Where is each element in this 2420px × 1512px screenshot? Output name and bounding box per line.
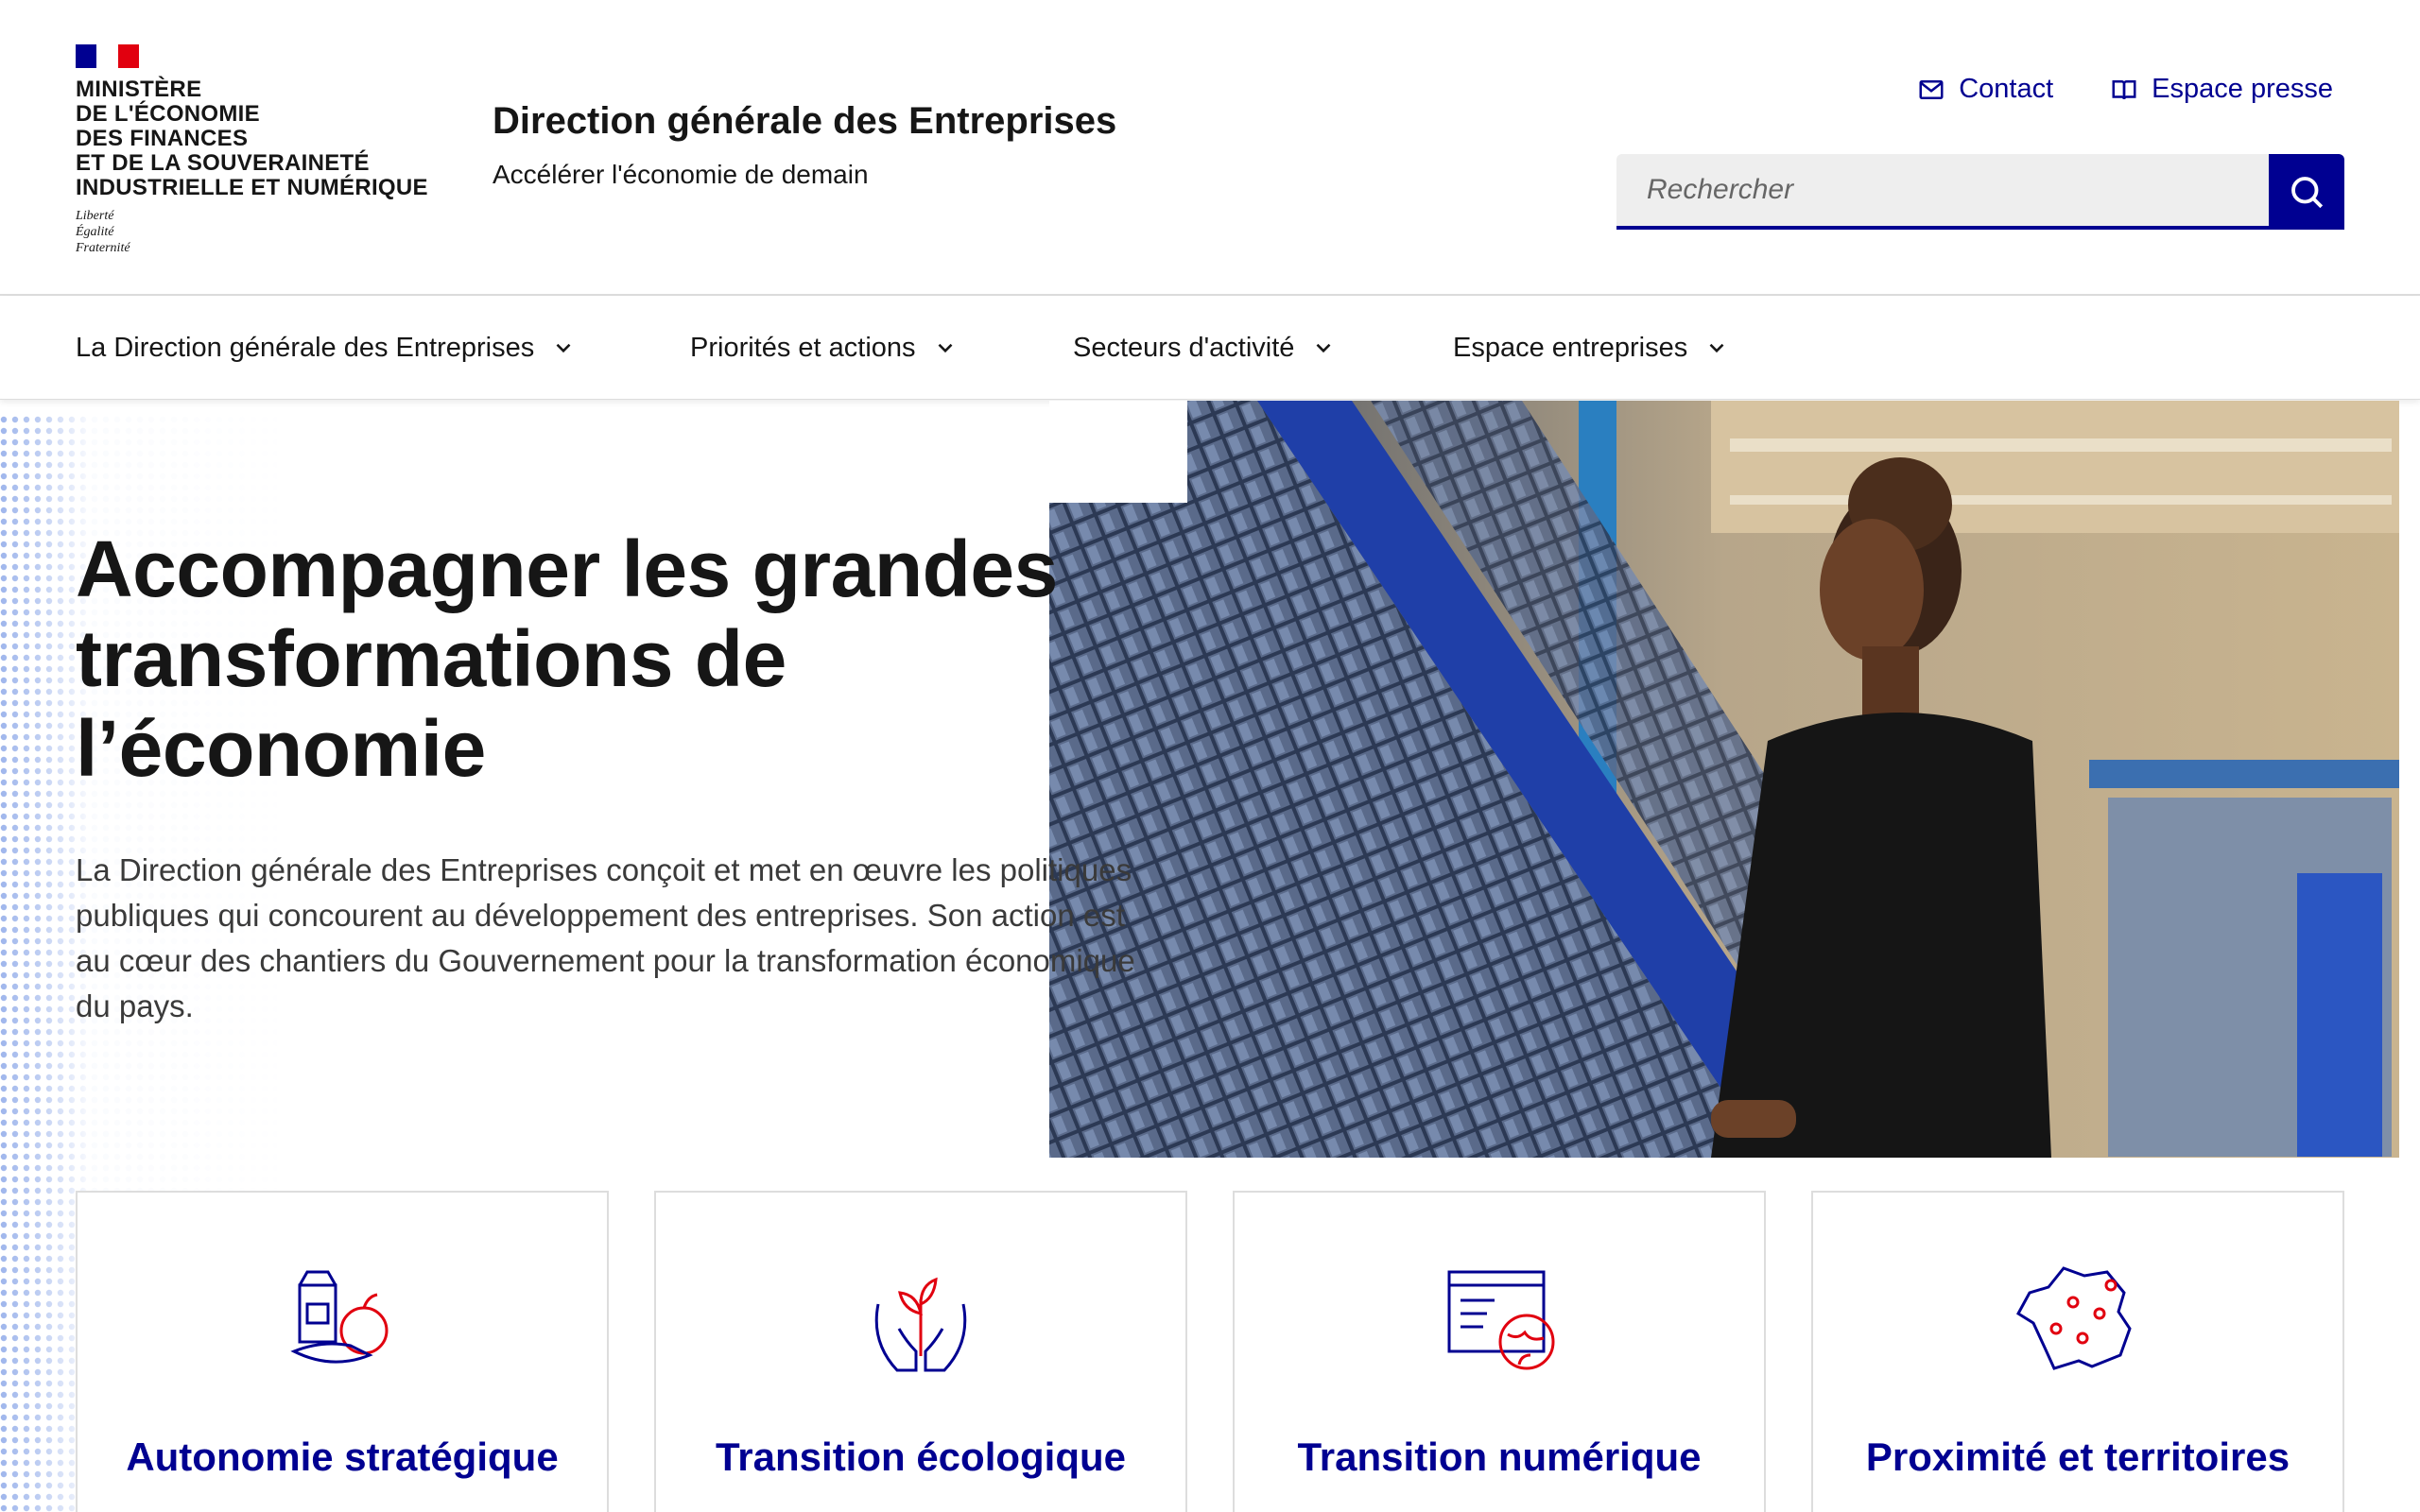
service-tagline: Accélérer l'économie de demain: [493, 160, 869, 189]
card-proximite-territoires[interactable]: Proximité et territoires: [1811, 1191, 2344, 1512]
nav-item-label: Espace entreprises: [1453, 332, 1688, 363]
marianne-flag-icon: [76, 44, 139, 68]
search-button[interactable]: [2269, 154, 2344, 230]
card-title: Transition écologique: [715, 1435, 1127, 1479]
press-label: Espace presse: [2152, 74, 2333, 104]
digital-globe-icon: [1447, 1270, 1555, 1370]
card-title: Autonomie stratégique: [126, 1435, 559, 1479]
chevron-down-icon: [938, 343, 952, 353]
chevron-down-icon: [1317, 343, 1331, 353]
card-title: Proximité et territoires: [1865, 1435, 2290, 1479]
book-icon: [2112, 79, 2136, 99]
nav-item-business-space[interactable]: Espace entreprises: [1453, 296, 1729, 400]
chevron-down-icon: [556, 343, 571, 353]
search-bar: [1616, 154, 2344, 230]
nav-item-priorities[interactable]: Priorités et actions: [690, 296, 958, 400]
service-title[interactable]: Direction générale des Entreprises: [493, 100, 1116, 143]
nav-item-label: Secteurs d'activité: [1073, 332, 1295, 363]
ministry-name: MINISTÈRE DE L'ÉCONOMIE DES FINANCES ET …: [76, 77, 454, 200]
motto-line: Fraternité: [76, 241, 130, 255]
ministry-line: DES FINANCES: [76, 126, 249, 151]
motto-line: Égalité: [76, 225, 114, 239]
ministry-logo[interactable]: MINISTÈRE DE L'ÉCONOMIE DES FINANCES ET …: [76, 44, 454, 256]
mail-icon: [1919, 79, 1944, 99]
hero-title: Accompagner les grandes transformations …: [76, 524, 1058, 793]
header-tools: Contact Espace presse: [1917, 74, 2333, 105]
motto-line: Liberté: [76, 209, 114, 223]
card-transition-ecologique[interactable]: Transition écologique: [654, 1191, 1187, 1512]
card-autonomie-strategique[interactable]: Autonomie stratégique: [76, 1191, 609, 1512]
search-icon: [2291, 177, 2324, 209]
nav-item-dge[interactable]: La Direction générale des Entreprises: [76, 296, 576, 400]
contact-link[interactable]: Contact: [1917, 74, 2053, 105]
card-title: Transition numérique: [1297, 1435, 1702, 1479]
plant-hands-icon: [874, 1277, 967, 1372]
ministry-line: MINISTÈRE: [76, 77, 202, 102]
nav-item-sectors[interactable]: Secteurs d'activité: [1073, 296, 1336, 400]
food-autonomy-icon: [290, 1270, 389, 1364]
site-header: MINISTÈRE DE L'ÉCONOMIE DES FINANCES ET …: [0, 0, 2420, 296]
photo-corner-cutout: [1049, 401, 1187, 503]
republic-motto: Liberté Égalité Fraternité: [76, 208, 454, 256]
chevron-down-icon: [1709, 343, 1724, 353]
press-link[interactable]: Espace presse: [2110, 74, 2333, 105]
hero-photo: [1049, 401, 2399, 1158]
main-navigation: La Direction générale des Entreprises Pr…: [0, 296, 2420, 400]
hero-description: La Direction générale des Entreprises co…: [76, 852, 1135, 1023]
nav-item-label: Priorités et actions: [690, 332, 916, 363]
card-transition-numerique[interactable]: Transition numérique: [1233, 1191, 1766, 1512]
ministry-line: DE L'ÉCONOMIE: [76, 101, 260, 127]
contact-label: Contact: [1959, 74, 2054, 104]
france-map-icon: [2016, 1266, 2132, 1370]
service-block[interactable]: Direction générale des Entreprises Accél…: [493, 100, 1116, 190]
search-input[interactable]: [1616, 154, 2269, 230]
nav-item-label: La Direction générale des Entreprises: [76, 332, 535, 363]
ministry-line: INDUSTRIELLE ET NUMÉRIQUE: [76, 175, 428, 200]
ministry-line: ET DE LA SOUVERAINETÉ: [76, 150, 370, 176]
